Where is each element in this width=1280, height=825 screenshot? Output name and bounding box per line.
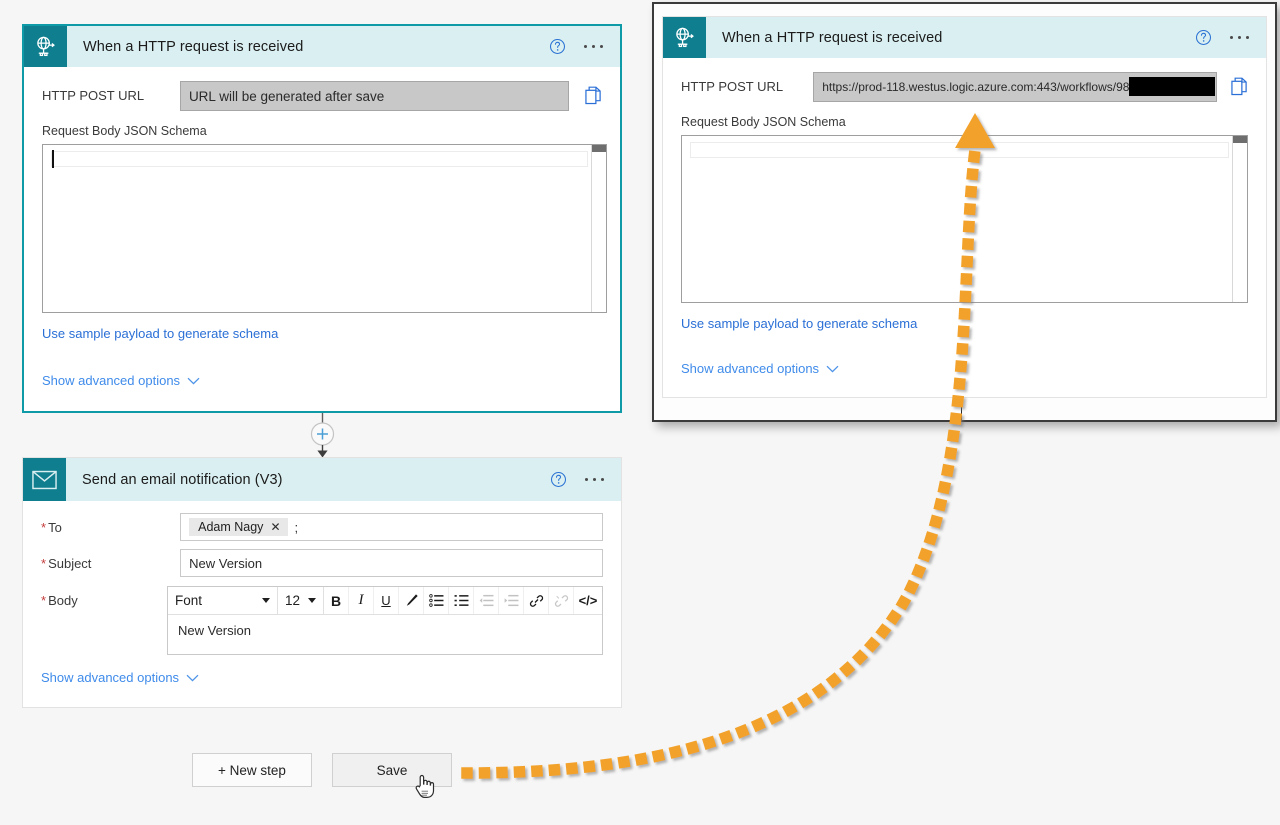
help-circle-icon[interactable] <box>1195 29 1212 46</box>
email-card-body: * To Adam Nagy ✕ ; * Subject New Version *… <box>23 501 621 685</box>
use-sample-payload-link[interactable]: Use sample payload to generate schema <box>681 316 917 331</box>
globe-network-icon <box>663 17 706 58</box>
link-icon <box>529 594 543 607</box>
underline-button[interactable]: U <box>374 587 399 614</box>
redaction-box <box>1129 77 1215 96</box>
text-color-pen-button[interactable] <box>399 587 424 614</box>
globe-network-icon <box>24 26 67 67</box>
show-advanced-options-toggle[interactable]: Show advanced options <box>42 373 200 388</box>
envelope-icon <box>23 458 66 501</box>
required-asterisk: * <box>41 520 47 535</box>
send-email-card[interactable]: Send an email notification (V3) * To Adam… <box>22 457 622 708</box>
show-advanced-options-label[interactable]: Show advanced options <box>41 670 179 685</box>
trigger-card-header[interactable]: When a HTTP request is received <box>24 26 620 67</box>
numbered-list-button[interactable] <box>424 587 449 614</box>
italic-button[interactable]: I <box>349 587 374 614</box>
request-body-schema-editor[interactable] <box>42 144 607 313</box>
chevron-down-icon <box>186 674 199 682</box>
to-separator: ; <box>294 519 299 535</box>
floating-card-header[interactable]: When a HTTP request is received <box>663 17 1266 58</box>
request-body-schema-label: Request Body JSON Schema <box>42 124 207 138</box>
insert-link-button[interactable] <box>524 587 549 614</box>
help-circle-icon[interactable] <box>550 471 567 488</box>
remove-link-button[interactable] <box>549 587 574 614</box>
scrollbar-thumb[interactable] <box>592 145 606 152</box>
required-asterisk: * <box>41 593 47 608</box>
http-post-url-value[interactable]: https://prod-118.westus.logic.azure.com:… <box>813 72 1217 102</box>
new-step-button[interactable]: + New step <box>192 753 312 787</box>
more-options-icon[interactable] <box>584 477 604 482</box>
more-options-icon[interactable] <box>1229 35 1249 40</box>
body-rich-text-editor[interactable]: Font 12 B I U </> New Version <box>167 586 603 655</box>
floating-panel-connector-stub <box>961 403 962 420</box>
floating-trigger-panel[interactable]: When a HTTP request is received HTTP POS… <box>652 2 1277 422</box>
add-step-connector[interactable] <box>305 413 340 458</box>
to-input[interactable]: Adam Nagy ✕ ; <box>180 513 603 541</box>
pointing-hand-cursor <box>415 774 435 798</box>
http-post-url-label: HTTP POST URL <box>681 79 784 94</box>
subject-input[interactable]: New Version <box>180 549 603 577</box>
trigger-card-body: HTTP POST URL URL will be generated afte… <box>24 67 620 388</box>
request-body-schema-editor[interactable] <box>681 135 1248 303</box>
indent-icon <box>504 594 518 607</box>
schema-first-line <box>690 142 1229 158</box>
email-card-title: Send an email notification (V3) <box>82 471 283 488</box>
chevron-down-icon <box>262 598 270 603</box>
help-circle-icon[interactable] <box>549 38 566 55</box>
floating-panel-card: When a HTTP request is received HTTP POS… <box>662 16 1267 398</box>
http-trigger-card[interactable]: When a HTTP request is received HTTP POS… <box>22 24 622 413</box>
body-field-label: * Body <box>41 593 78 608</box>
copy-icon[interactable] <box>585 81 602 105</box>
copy-icon[interactable] <box>1231 72 1248 96</box>
pen-icon <box>406 594 418 606</box>
floating-card-body: HTTP POST URL https://prod-118.westus.lo… <box>663 58 1266 376</box>
body-text-area[interactable]: New Version <box>168 615 602 654</box>
http-post-url-label: HTTP POST URL <box>42 88 145 103</box>
more-options-icon[interactable] <box>583 44 603 49</box>
show-advanced-options-label[interactable]: Show advanced options <box>681 361 819 376</box>
code-view-button[interactable]: </> <box>574 587 602 614</box>
recipient-chip[interactable]: Adam Nagy ✕ <box>189 518 288 536</box>
close-icon[interactable]: ✕ <box>270 520 280 534</box>
to-field-label: * To <box>41 520 62 535</box>
rte-toolbar[interactable]: Font 12 B I U </> <box>168 587 602 615</box>
floating-card-title: When a HTTP request is received <box>722 29 943 46</box>
numbered-list-icon <box>428 594 443 607</box>
subject-field-label: * Subject <box>41 556 92 571</box>
font-size-select[interactable]: 12 <box>278 587 324 614</box>
show-advanced-options-toggle[interactable]: Show advanced options <box>681 361 839 376</box>
font-family-select[interactable]: Font <box>168 587 278 614</box>
show-advanced-options-label[interactable]: Show advanced options <box>42 373 180 388</box>
required-asterisk: * <box>41 556 47 571</box>
request-body-schema-label: Request Body JSON Schema <box>681 115 846 129</box>
show-advanced-options-toggle[interactable]: Show advanced options <box>41 670 199 685</box>
schema-scrollbar[interactable] <box>591 145 606 312</box>
scrollbar-thumb[interactable] <box>1233 136 1247 143</box>
unlink-icon <box>554 594 568 607</box>
chevron-down-icon <box>308 598 316 603</box>
use-sample-payload-link[interactable]: Use sample payload to generate schema <box>42 326 278 341</box>
outdent-icon <box>479 594 493 607</box>
schema-scrollbar[interactable] <box>1232 136 1247 302</box>
indent-button[interactable] <box>499 587 524 614</box>
recipient-name: Adam Nagy <box>198 520 264 534</box>
trigger-card-title: When a HTTP request is received <box>83 38 304 55</box>
bold-button[interactable]: B <box>324 587 349 614</box>
http-post-url-value[interactable]: URL will be generated after save <box>179 81 569 111</box>
text-caret <box>52 150 54 168</box>
bullet-list-button[interactable] <box>449 587 474 614</box>
chevron-down-icon <box>187 377 200 385</box>
bullet-list-icon <box>454 595 468 606</box>
outdent-button[interactable] <box>474 587 499 614</box>
chevron-down-icon <box>826 365 839 373</box>
schema-first-line <box>51 151 588 167</box>
email-card-header[interactable]: Send an email notification (V3) <box>23 458 621 501</box>
